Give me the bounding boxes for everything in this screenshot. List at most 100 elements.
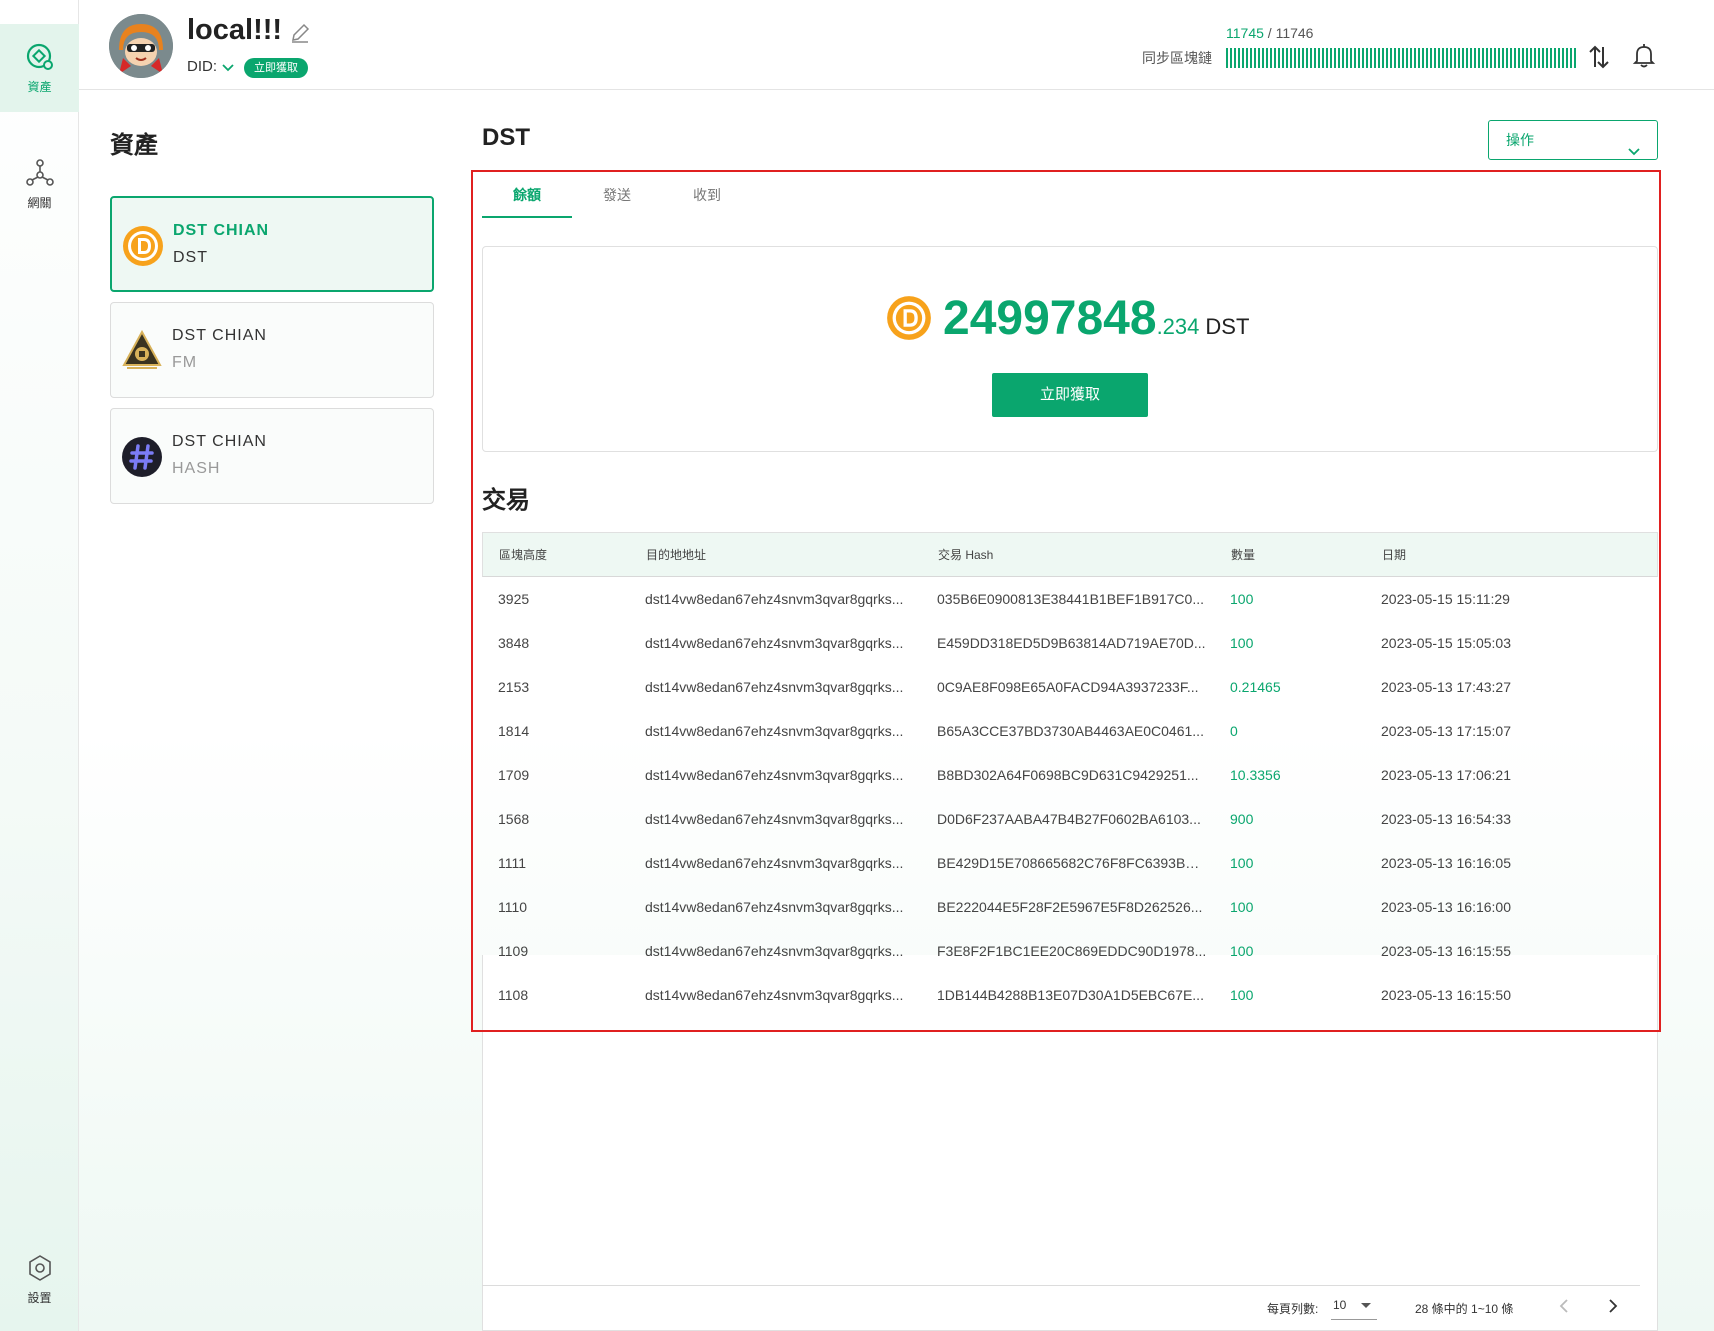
cell-tx-hash-text: E459DD318ED5D9B63814AD719AE70D...	[937, 635, 1206, 651]
avatar[interactable]	[109, 14, 173, 78]
cell-block-height-text: 1568	[498, 811, 530, 827]
claim-now-button[interactable]: 立即獲取	[992, 373, 1148, 417]
cell-date-text: 2023-05-13 16:15:55	[1381, 943, 1511, 959]
cell-amount-text: 100	[1230, 635, 1254, 651]
cell-tx-hash-text: B65A3CCE37BD3730AB4463AE0C0461...	[937, 723, 1204, 739]
cell-date-text: 2023-05-13 16:16:05	[1381, 855, 1511, 871]
cell-amount: 900	[1230, 797, 1370, 841]
cell-date: 2023-05-13 16:15:55	[1381, 929, 1581, 973]
col-header-amount[interactable]: 數量	[1231, 533, 1371, 576]
rows-per-page-select[interactable]: 10	[1331, 1294, 1377, 1320]
table-row[interactable]: 3925 dst14vw8edan67ehz4snvm3qvar8gqrks...…	[482, 577, 1658, 621]
cell-tx-hash-text: BE222044E5F28F2E5967E5F8D262526...	[937, 899, 1203, 915]
cell-block-height-text: 1108	[498, 987, 529, 1003]
cell-block-height: 1109	[498, 929, 628, 973]
cell-tx-hash: E459DD318ED5D9B63814AD719AE70D...	[937, 621, 1207, 665]
cell-tx-hash-text: 035B6E0900813E38441B1BEF1B917C0...	[937, 591, 1204, 607]
cell-tx-hash: 0C9AE8F098E65A0FACD94A3937233F...	[937, 665, 1207, 709]
cell-date: 2023-05-13 16:15:50	[1381, 973, 1581, 1017]
table-row[interactable]: 1111 dst14vw8edan67ehz4snvm3qvar8gqrks...…	[482, 841, 1658, 885]
rows-per-page-value: 10	[1333, 1298, 1347, 1312]
nav-item-label: 網關	[27, 195, 52, 210]
cell-date-text: 2023-05-13 17:06:21	[1381, 767, 1511, 783]
cell-block-height-text: 1709	[498, 767, 530, 783]
nav-item-assets[interactable]: 資產	[0, 24, 79, 112]
col-header-hash[interactable]: 交易 Hash	[938, 533, 1208, 576]
asset-card-hash[interactable]: DST CHIAN HASH	[110, 408, 434, 504]
col-header-address[interactable]: 目的地地址	[646, 533, 916, 576]
cell-date: 2023-05-15 15:11:29	[1381, 577, 1581, 621]
sync-separator: /	[1263, 25, 1276, 41]
operations-dropdown[interactable]: 操作	[1488, 120, 1658, 160]
profile-name: local!!!	[187, 14, 283, 46]
cell-block-height: 3848	[498, 621, 628, 665]
cell-amount-text: 100	[1230, 899, 1254, 915]
cell-destination-address-text: dst14vw8edan67ehz4snvm3qvar8gqrks...	[645, 723, 904, 739]
col-header-height[interactable]: 區塊高度	[499, 533, 629, 576]
sync-arrows-icon[interactable]	[1586, 44, 1612, 70]
cell-amount: 100	[1230, 885, 1370, 929]
nav-item-settings[interactable]: 設置	[0, 1235, 79, 1323]
sync-progress-bar	[1226, 48, 1576, 68]
col-header-date[interactable]: 日期	[1382, 533, 1582, 576]
asset-card-fm[interactable]: DST CHIAN FM	[110, 302, 434, 398]
cell-destination-address: dst14vw8edan67ehz4snvm3qvar8gqrks...	[645, 753, 915, 797]
cell-destination-address-text: dst14vw8edan67ehz4snvm3qvar8gqrks...	[645, 899, 904, 915]
cell-tx-hash-text: D0D6F237AABA47B4B27F0602BA6103...	[937, 811, 1201, 827]
table-row[interactable]: 1814 dst14vw8edan67ehz4snvm3qvar8gqrks...…	[482, 709, 1658, 753]
tab-receive[interactable]: 收到	[662, 180, 752, 218]
table-row[interactable]: 1110 dst14vw8edan67ehz4snvm3qvar8gqrks...…	[482, 885, 1658, 929]
chevron-down-icon[interactable]	[221, 60, 235, 74]
cell-tx-hash-text: BE429D15E708665682C76F8FC6393BD...	[937, 855, 1207, 871]
assets-icon	[25, 42, 55, 72]
edit-icon[interactable]	[289, 22, 311, 44]
cell-date-text: 2023-05-13 17:43:27	[1381, 679, 1511, 695]
cell-tx-hash: F3E8F2F1BC1EE20C869EDDC90D1978...	[937, 929, 1207, 973]
cell-amount: 100	[1230, 929, 1370, 973]
cell-tx-hash-text: 1DB144B4288B13E07D30A1D5EBC67E...	[937, 987, 1204, 1003]
cell-tx-hash-text: 0C9AE8F098E65A0FACD94A3937233F...	[937, 679, 1199, 695]
chevron-left-icon[interactable]	[1556, 1297, 1574, 1315]
bell-icon[interactable]	[1631, 42, 1657, 68]
cell-tx-hash: B8BD302A64F0698BC9D631C9429251...	[937, 753, 1207, 797]
cell-destination-address: dst14vw8edan67ehz4snvm3qvar8gqrks...	[645, 665, 915, 709]
table-row[interactable]: 3848 dst14vw8edan67ehz4snvm3qvar8gqrks...…	[482, 621, 1658, 665]
cell-amount: 100	[1230, 841, 1370, 885]
cell-date: 2023-05-13 17:06:21	[1381, 753, 1581, 797]
asset-card-dst[interactable]: DST CHIAN DST	[110, 196, 434, 292]
cell-date: 2023-05-13 17:15:07	[1381, 709, 1581, 753]
operations-label: 操作	[1506, 132, 1534, 148]
cell-destination-address: dst14vw8edan67ehz4snvm3qvar8gqrks...	[645, 929, 915, 973]
cell-destination-address-text: dst14vw8edan67ehz4snvm3qvar8gqrks...	[645, 591, 904, 607]
table-row[interactable]: 1109 dst14vw8edan67ehz4snvm3qvar8gqrks...…	[482, 929, 1658, 973]
nav-item-network[interactable]: 網關	[0, 140, 79, 228]
tab-balance[interactable]: 餘額	[482, 180, 572, 218]
cell-destination-address-text: dst14vw8edan67ehz4snvm3qvar8gqrks...	[645, 767, 904, 783]
cell-amount: 100	[1230, 621, 1370, 665]
cell-amount-text: 900	[1230, 811, 1254, 827]
did-claim-badge[interactable]: 立即獲取	[244, 58, 308, 78]
table-row[interactable]: 1709 dst14vw8edan67ehz4snvm3qvar8gqrks...…	[482, 753, 1658, 797]
cell-amount: 10.3356	[1230, 753, 1370, 797]
sync-count: 11745 / 11746	[1226, 25, 1313, 41]
tab-bar: 餘額 發送 收到	[482, 180, 752, 220]
asset-symbol: FM	[172, 354, 198, 371]
cell-destination-address-text: dst14vw8edan67ehz4snvm3qvar8gqrks...	[645, 855, 904, 871]
dst-coin-icon	[122, 225, 164, 267]
cell-tx-hash: B65A3CCE37BD3730AB4463AE0C0461...	[937, 709, 1207, 753]
cell-block-height: 1110	[498, 885, 628, 929]
chevron-right-icon[interactable]	[1603, 1297, 1621, 1315]
table-row[interactable]: 1108 dst14vw8edan67ehz4snvm3qvar8gqrks...…	[482, 973, 1658, 1017]
table-row[interactable]: 2153 dst14vw8edan67ehz4snvm3qvar8gqrks...…	[482, 665, 1658, 709]
cell-block-height: 1108	[498, 973, 628, 1017]
cell-date-text: 2023-05-13 16:15:50	[1381, 987, 1511, 1003]
cell-destination-address-text: dst14vw8edan67ehz4snvm3qvar8gqrks...	[645, 635, 904, 651]
balance-unit: DST	[1205, 314, 1250, 339]
table-row[interactable]: 1568 dst14vw8edan67ehz4snvm3qvar8gqrks...…	[482, 797, 1658, 841]
cell-destination-address: dst14vw8edan67ehz4snvm3qvar8gqrks...	[645, 797, 915, 841]
tab-send[interactable]: 發送	[572, 180, 662, 218]
cell-block-height: 1709	[498, 753, 628, 797]
cell-block-height: 3925	[498, 577, 628, 621]
pager-divider	[482, 1285, 1640, 1286]
cell-destination-address: dst14vw8edan67ehz4snvm3qvar8gqrks...	[645, 577, 915, 621]
